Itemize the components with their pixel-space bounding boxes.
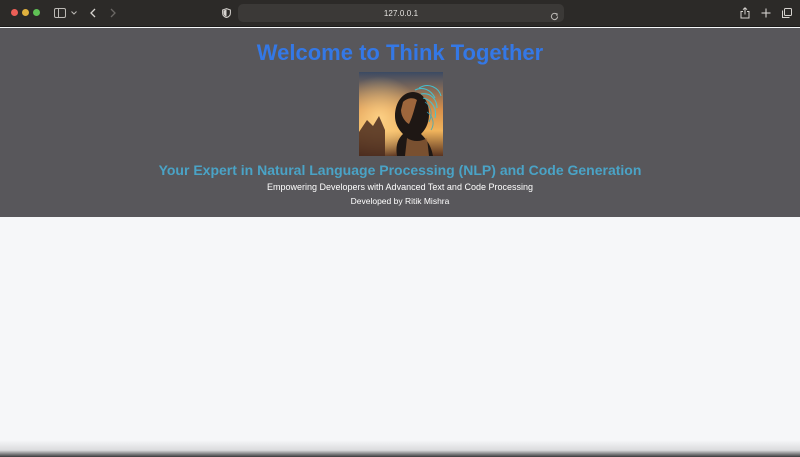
chevron-right-icon xyxy=(110,8,116,18)
window-bottom-edge xyxy=(0,440,800,457)
main-content xyxy=(0,217,800,457)
minimize-window-button[interactable] xyxy=(22,9,29,16)
reload-icon[interactable] xyxy=(550,8,559,26)
shield-icon[interactable] xyxy=(220,5,232,21)
page-title: Welcome to Think Together xyxy=(256,40,544,65)
back-button[interactable] xyxy=(87,5,99,21)
close-window-button[interactable] xyxy=(11,9,18,16)
url-text: 127.0.0.1 xyxy=(383,8,419,18)
chevron-down-icon[interactable] xyxy=(70,5,78,21)
tabs-overview-icon[interactable] xyxy=(781,5,793,21)
plus-icon[interactable] xyxy=(760,5,772,21)
browser-toolbar: 127.0.0.1 xyxy=(0,0,800,27)
forward-button[interactable] xyxy=(107,5,119,21)
share-icon[interactable] xyxy=(739,5,751,21)
hero-header: Welcome to Think Together Your Expert in… xyxy=(0,28,800,217)
page-subtitle: Your Expert in Natural Language Processi… xyxy=(158,162,642,178)
hero-portrait-image xyxy=(359,72,443,156)
address-bar[interactable]: 127.0.0.1 xyxy=(238,4,564,22)
developer-credit: Developed by Ritik Mishra xyxy=(350,196,450,206)
chevron-left-icon xyxy=(90,8,96,18)
sidebar-icon[interactable] xyxy=(53,5,67,21)
zoom-window-button[interactable] xyxy=(33,9,40,16)
tagline-text: Empowering Developers with Advanced Text… xyxy=(267,182,533,192)
